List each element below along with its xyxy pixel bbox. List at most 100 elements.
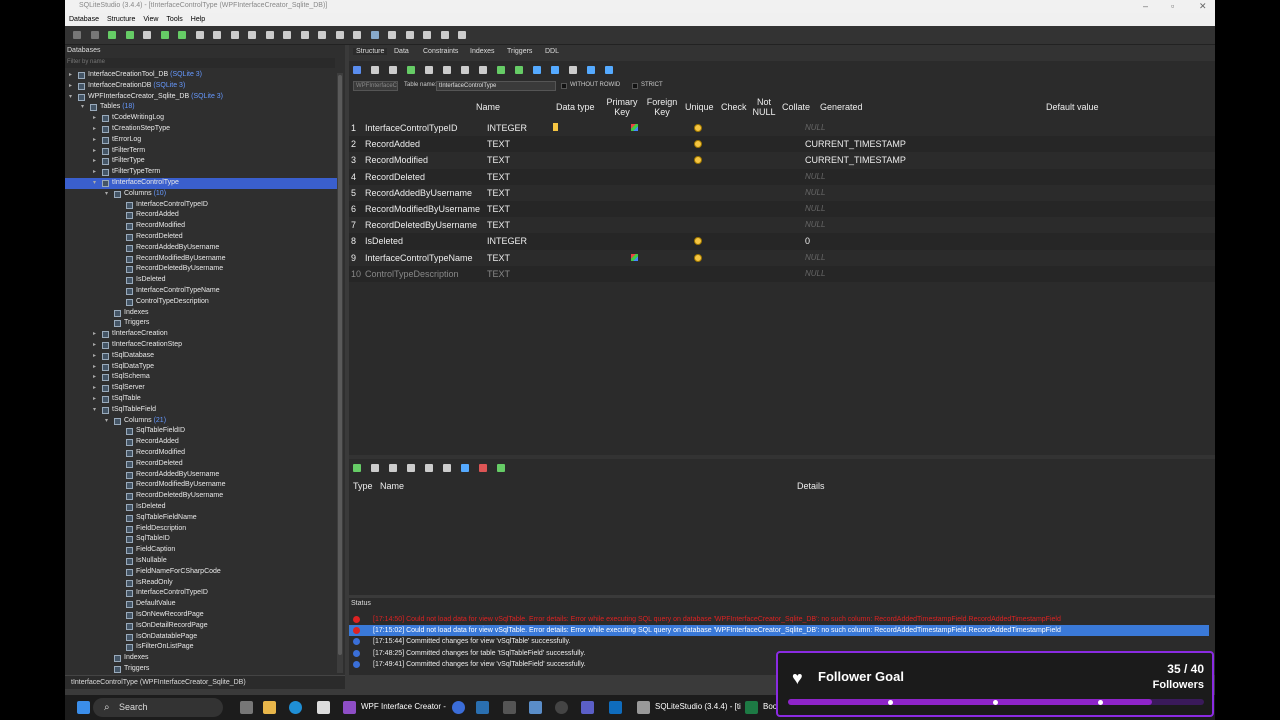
tree-item[interactable]: RecordModified xyxy=(65,221,340,232)
taskbar-app-label[interactable]: SQLiteStudio (3.4.4) - [ti xyxy=(655,702,741,711)
editor-toolbar-icon[interactable] xyxy=(353,66,361,74)
strict-checkbox[interactable] xyxy=(632,83,638,89)
tree-item[interactable]: IsOnNewRecordPage xyxy=(65,610,340,621)
column-name[interactable]: RecordDeleted xyxy=(365,169,425,185)
window-tab[interactable]: tInterfaceControlType (WPFInterfaceCreat… xyxy=(65,675,345,689)
tree-item[interactable]: ▾ Tables (18) xyxy=(65,102,340,113)
toolbar-icon[interactable] xyxy=(405,31,414,39)
tree-item[interactable]: RecordAddedByUsername xyxy=(65,470,340,481)
default-value[interactable]: 0 xyxy=(805,233,810,249)
column-row[interactable]: 2 RecordAdded TEXT CURRENT_TIMESTAMP xyxy=(349,136,1215,153)
tree-item[interactable]: ▸ tInterfaceCreationStep xyxy=(65,340,340,351)
maximize-icon[interactable]: ▫ xyxy=(1171,1,1174,11)
menu-help[interactable]: Help xyxy=(187,13,209,23)
tree-item[interactable]: Indexes xyxy=(65,653,340,664)
excel-icon[interactable] xyxy=(745,701,758,714)
filter-input[interactable]: Filter by name xyxy=(65,58,335,68)
default-value[interactable]: CURRENT_TIMESTAMP xyxy=(805,136,906,152)
column-type[interactable]: TEXT xyxy=(487,136,510,152)
status-message[interactable]: [17:15:44] Committed changes for view 'v… xyxy=(349,636,1209,647)
editor-toolbar-icon[interactable] xyxy=(497,66,505,74)
constraint-toolbar-icon[interactable] xyxy=(479,464,487,472)
tree-item[interactable]: IsNullable xyxy=(65,556,340,567)
task-view-icon[interactable] xyxy=(240,701,253,714)
column-row[interactable]: 3 RecordModified TEXT CURRENT_TIMESTAMP xyxy=(349,152,1215,168)
tree-item[interactable]: DefaultValue xyxy=(65,599,340,610)
tree-item[interactable]: IsOnDetailRecordPage xyxy=(65,621,340,632)
constraint-toolbar-icon[interactable] xyxy=(371,464,379,472)
tree-item[interactable]: RecordAdded xyxy=(65,437,340,448)
constraint-toolbar-icon[interactable] xyxy=(389,464,397,472)
default-value[interactable]: NULL xyxy=(805,120,825,136)
constraint-toolbar-icon[interactable] xyxy=(353,464,361,472)
edge-icon[interactable] xyxy=(289,701,302,714)
tree-item[interactable]: ▸ tSqlDataType xyxy=(65,362,340,373)
column-row[interactable]: 7 RecordDeletedByUsername TEXT NULL xyxy=(349,217,1215,233)
editor-toolbar-icon[interactable] xyxy=(533,66,541,74)
chevron-right-icon[interactable]: ▸ xyxy=(93,372,96,383)
tree-item[interactable]: RecordDeleted xyxy=(65,232,340,243)
column-type[interactable]: INTEGER xyxy=(487,233,527,249)
chevron-right-icon[interactable]: ▸ xyxy=(93,362,96,373)
tree-item[interactable]: FieldNameForCSharpCode xyxy=(65,567,340,578)
constraint-toolbar-icon[interactable] xyxy=(443,464,451,472)
column-type[interactable]: TEXT xyxy=(487,152,510,168)
tree-item[interactable]: InterfaceControlTypeID xyxy=(65,588,340,599)
app-icon[interactable] xyxy=(476,701,489,714)
column-name[interactable]: RecordDeletedByUsername xyxy=(365,217,477,233)
column-name[interactable]: InterfaceControlTypeName xyxy=(365,250,473,266)
column-name[interactable]: RecordModified xyxy=(365,152,428,168)
tree-item[interactable]: RecordAddedByUsername xyxy=(65,243,340,254)
toolbar-icon[interactable] xyxy=(160,31,169,39)
editor-toolbar-icon[interactable] xyxy=(407,66,415,74)
editor-toolbar-icon[interactable] xyxy=(551,66,559,74)
tree-item[interactable]: ▸ tInterfaceCreation xyxy=(65,329,340,340)
chevron-right-icon[interactable]: ▸ xyxy=(93,124,96,135)
default-value[interactable]: CURRENT_TIMESTAMP xyxy=(805,152,906,168)
column-name[interactable]: InterfaceControlTypeID xyxy=(365,120,458,136)
column-name[interactable]: RecordAdded xyxy=(365,136,420,152)
editor-toolbar-icon[interactable] xyxy=(443,66,451,74)
tree-item[interactable]: Triggers xyxy=(65,318,340,329)
toolbar-icon[interactable] xyxy=(230,31,239,39)
default-value[interactable]: NULL xyxy=(805,217,825,233)
toolbar-icon[interactable] xyxy=(318,31,326,39)
default-value[interactable]: NULL xyxy=(805,250,825,266)
taskbar-app-label[interactable]: WPF Interface Creator - xyxy=(361,702,446,711)
tree-item[interactable]: RecordModifiedByUsername xyxy=(65,480,340,491)
chevron-down-icon[interactable]: ▾ xyxy=(81,102,84,113)
tree-item[interactable]: ▸ tErrorLog xyxy=(65,135,340,146)
tree-item[interactable]: ▾ Columns (21) xyxy=(65,416,340,427)
toolbar-icon[interactable] xyxy=(423,31,431,39)
editor-toolbar-icon[interactable] xyxy=(371,66,379,74)
editor-toolbar-icon[interactable] xyxy=(515,66,523,74)
tree-item[interactable]: ▸ InterfaceCreationDB (SQLite 3) xyxy=(65,81,340,92)
chevron-down-icon[interactable]: ▾ xyxy=(93,178,96,189)
column-type[interactable]: TEXT xyxy=(487,169,510,185)
editor-toolbar-icon[interactable] xyxy=(479,66,487,74)
tab-constraints[interactable]: Constraints xyxy=(423,48,458,55)
toolbar-icon[interactable] xyxy=(213,31,221,39)
tree-item[interactable]: RecordDeleted xyxy=(65,459,340,470)
column-type[interactable]: INTEGER xyxy=(487,120,527,136)
toolbar-icon[interactable] xyxy=(335,31,344,39)
tree-item[interactable]: SqlTableFieldID xyxy=(65,426,340,437)
menu-structure[interactable]: Structure xyxy=(103,13,139,23)
tree-item[interactable]: ▸ tFilterTerm xyxy=(65,146,340,157)
close-icon[interactable]: ✕ xyxy=(1199,1,1207,12)
tree-item[interactable]: ▸ tCodeWritingLog xyxy=(65,113,340,124)
status-message[interactable]: [17:14:50] Could not load data for view … xyxy=(349,614,1209,625)
editor-toolbar-icon[interactable] xyxy=(425,66,433,74)
tree-item[interactable]: FieldDescription xyxy=(65,524,340,535)
tree-item[interactable]: ▸ tFilterType xyxy=(65,156,340,167)
constraint-toolbar-icon[interactable] xyxy=(425,464,433,472)
toolbar-icon[interactable] xyxy=(265,31,274,39)
outlook-icon[interactable] xyxy=(609,701,622,714)
app-icon[interactable] xyxy=(503,701,516,714)
toolbar-icon[interactable] xyxy=(353,31,361,39)
status-message[interactable]: [17:15:02] Could not load data for view … xyxy=(349,625,1209,637)
tree-item[interactable]: ▾ tInterfaceControlType xyxy=(65,178,340,189)
menu-view[interactable]: View xyxy=(139,13,162,23)
taskbar-search[interactable]: ⌕ Search xyxy=(93,698,223,717)
constraint-toolbar-icon[interactable] xyxy=(497,464,505,472)
